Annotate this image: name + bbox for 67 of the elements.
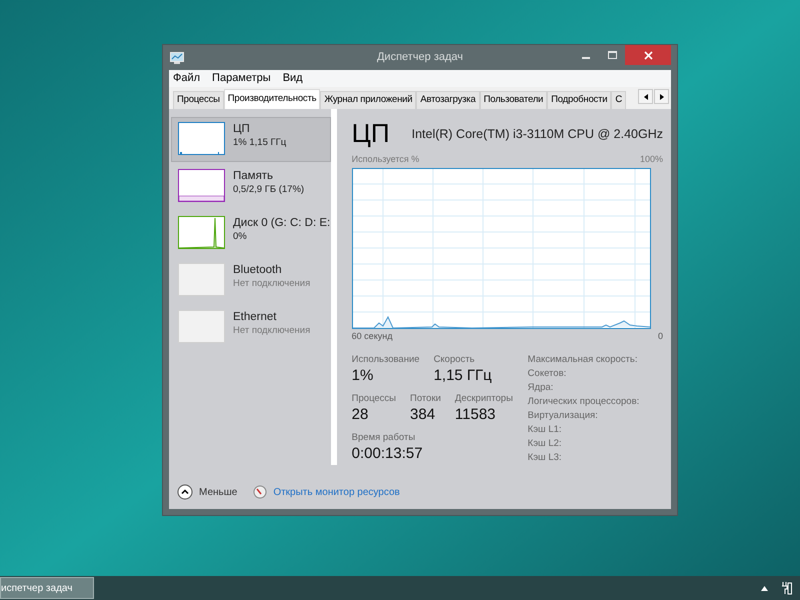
- cpu-model: Intel(R) Core(TM) i3-3110M CPU @ 2.40GHz: [412, 126, 663, 144]
- device-detail: Нет подключения: [233, 278, 310, 290]
- menu-item[interactable]: Вид: [282, 70, 303, 87]
- spec-label: Сокетов:: [528, 367, 568, 380]
- stat-label: Скорость: [434, 353, 476, 366]
- power-icon[interactable]: [782, 581, 792, 595]
- fewer-details-link[interactable]: Меньше: [199, 484, 238, 500]
- sidebar-item[interactable]: Память 0,5/2,9 ГБ (17%): [171, 164, 331, 209]
- device-name: Диск 0 (G: C: D: E:: [233, 216, 330, 231]
- tab[interactable]: С: [611, 91, 626, 109]
- device-name: ЦП: [233, 122, 251, 137]
- device-name: Bluetooth: [233, 263, 283, 278]
- tab[interactable]: Пользователи: [480, 91, 548, 109]
- tab[interactable]: Процессы: [173, 91, 224, 109]
- app-icon: [170, 52, 184, 64]
- stat-value: 1%: [352, 366, 374, 386]
- stat-value: 0:00:13:57: [352, 444, 423, 464]
- graph-min-label: 0: [658, 330, 663, 342]
- stat-value: 1,15 ГГц: [434, 366, 492, 386]
- stat-label: Время работы: [352, 431, 416, 444]
- stat-label: Процессы: [352, 392, 396, 405]
- spec-label: Виртуализация:: [528, 409, 599, 422]
- stat-label: Использование: [352, 353, 420, 366]
- device-detail: 1% 1,15 ГГц: [233, 137, 286, 149]
- device-name: Ethernet: [233, 310, 278, 325]
- spec-label: Логических процессоров:: [528, 395, 640, 408]
- arrow-left-icon: [644, 94, 648, 100]
- stat-value: 384: [410, 405, 436, 425]
- empty-thumbnail: [178, 310, 225, 343]
- spec-label: Максимальная скорость:: [528, 353, 638, 366]
- spec-label: Кэш L1:: [528, 423, 563, 436]
- stat-value: 28: [352, 405, 370, 425]
- menu-item[interactable]: Файл: [173, 70, 200, 87]
- empty-thumbnail: [178, 263, 225, 296]
- collapse-icon[interactable]: [177, 484, 193, 500]
- sidebar-item[interactable]: Ethernet Нет подключения: [171, 305, 331, 350]
- device-name: Память: [233, 169, 274, 184]
- tray-arrow-icon[interactable]: [761, 586, 768, 590]
- arrow-right-icon: [660, 94, 664, 100]
- panel-title: ЦП: [352, 119, 390, 147]
- spec-label: Кэш L2:: [528, 437, 563, 450]
- graph-max-label: 100%: [640, 153, 663, 166]
- graph-time-label: 60 секунд: [352, 330, 392, 343]
- spec-label: Ядра:: [528, 381, 554, 394]
- sidebar-item[interactable]: ЦП 1% 1,15 ГГц: [171, 117, 331, 162]
- device-detail: 0%: [233, 231, 248, 243]
- gauge-icon: [253, 485, 268, 499]
- tab[interactable]: Журнал приложений: [320, 91, 416, 109]
- tab-scroll-right-button[interactable]: [654, 89, 669, 104]
- stat-value: 11583: [454, 405, 497, 425]
- sidebar-item[interactable]: Диск 0 (G: C: D: E: 0%: [171, 211, 331, 256]
- close-icon: [644, 50, 652, 60]
- tab-scroll-left-button[interactable]: [638, 89, 653, 104]
- menu-item[interactable]: Параметры: [212, 70, 271, 87]
- spec-label: Кэш L3:: [528, 451, 563, 464]
- tab[interactable]: Автозагрузка: [416, 91, 480, 109]
- close-button[interactable]: [625, 45, 671, 65]
- tab[interactable]: Производительность: [224, 89, 320, 109]
- window-title: Диспетчер задач: [376, 50, 464, 66]
- taskbar-button[interactable]: испетчер задач: [0, 577, 94, 599]
- sidebar-item[interactable]: Bluetooth Нет подключения: [171, 258, 331, 303]
- device-detail: 0,5/2,9 ГБ (17%): [233, 184, 304, 196]
- graph-label: Используется %: [352, 153, 420, 166]
- stat-label: Потоки: [410, 392, 441, 405]
- device-detail: Нет подключения: [233, 325, 310, 337]
- stat-label: Дескрипторы: [454, 392, 513, 405]
- tab[interactable]: Подробности: [547, 91, 612, 109]
